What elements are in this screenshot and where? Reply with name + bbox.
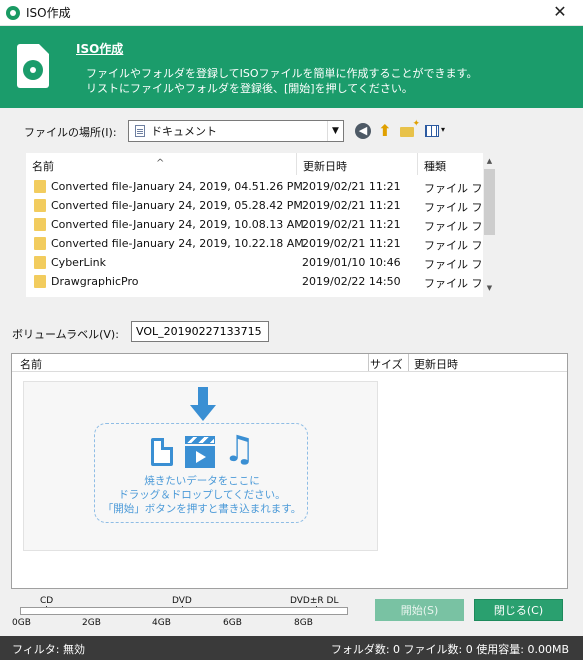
filter-status: フィルタ: 無効 [12,643,85,656]
media-label-cd: CD [40,596,54,606]
file-list[interactable]: ^ 名前 更新日時 種類 Converted file-January 24, … [26,153,496,297]
media-icons: ♫ [151,432,255,470]
volume-label-input[interactable] [131,321,269,342]
document-icon [151,438,173,466]
location-label: ファイルの場所(I): [24,126,117,139]
drop-hint-line: 「開始」ボタンを押すと書き込まれます。 [102,503,302,515]
header-title: ISO作成 [76,42,124,56]
folder-icon [34,275,46,288]
header-desc-line: リストにファイルやフォルダを登録後、[開始]を押してください。 [86,82,413,95]
column-header-name[interactable]: 名前 [32,158,54,174]
disc-file-icon [17,44,49,88]
file-type: ファイル フォルダー [424,201,483,214]
back-button[interactable]: ◀ [353,121,373,141]
list-item[interactable]: DrawgraphicPro 2019/02/22 14:50 ファイル フォル… [26,272,483,291]
file-type: ファイル フォルダー [424,182,483,195]
file-date: 2019/02/21 11:21 [302,180,401,193]
location-value: ドキュメント [151,125,217,138]
file-list-scrollbar[interactable]: ▲ ▼ [483,153,496,297]
list-item[interactable]: Converted file-January 24, 2019, 10.22.1… [26,234,483,253]
file-date: 2019/02/21 11:21 [302,237,401,250]
column-header-name[interactable]: 名前 [20,356,42,372]
chevron-down-icon: ▾ [441,125,446,134]
title-bar: ISO作成 ✕ [0,0,583,26]
file-name: DrawgraphicPro [51,275,139,288]
close-window-button[interactable]: ✕ [537,0,583,26]
volume-label: ボリュームラベル(V): [12,328,119,341]
window-title: ISO作成 [26,6,71,20]
drop-zone[interactable]: ♫ 焼きたいデータをここに ドラッグ＆ドロップしてください。 「開始」ボタンを押… [94,423,308,523]
file-type: ファイル フォルダー [424,258,483,271]
drop-hint: 焼きたいデータをここに ドラッグ＆ドロップしてください。 「開始」ボタンを押すと… [95,474,309,516]
file-list-header: ^ 名前 更新日時 種類 [26,153,483,175]
scale-label: 0GB [12,618,31,628]
count-status: フォルダ数: 0 ファイル数: 0 使用容量: 0.00MB [330,643,569,656]
music-icon: ♫ [223,429,256,470]
burn-list-header: 名前 サイズ 更新日時 [12,354,567,372]
header-banner: ISO作成 ファイルやフォルダを登録してISOファイルを簡単に作成することができ… [0,26,583,108]
scale-label: 8GB [294,618,313,628]
status-bar: フィルタ: 無効 フォルダ数: 0 ファイル数: 0 使用容量: 0.00MB [0,636,583,660]
drop-hint-line: ドラッグ＆ドロップしてください。 [118,489,286,501]
start-button[interactable]: 開始(S) [375,599,464,621]
file-name: Converted file-January 24, 2019, 05.28.4… [51,199,303,212]
scale-label: 4GB [152,618,171,628]
chevron-down-icon[interactable]: ▼ [327,121,343,141]
back-arrow-icon: ◀ [355,123,371,139]
app-icon [6,5,20,20]
new-folder-button[interactable] [398,119,420,141]
file-date: 2019/01/10 10:46 [302,256,401,269]
list-item[interactable]: Converted file-January 24, 2019, 05.28.4… [26,196,483,215]
file-name: CyberLink [51,256,106,269]
file-type: ファイル フォルダー [424,220,483,233]
folder-icon [34,199,46,212]
burn-list[interactable]: 名前 サイズ 更新日時 ♫ 焼きたいデータをここに ドラッグ＆ドロップしてくださ… [11,353,568,589]
drop-panel[interactable]: ♫ 焼きたいデータをここに ドラッグ＆ドロップしてください。 「開始」ボタンを押… [23,381,378,551]
location-select[interactable]: ドキュメント ▼ [128,120,344,142]
view-menu-button[interactable]: ▾ [424,121,448,141]
close-button[interactable]: 閉じる(C) [474,599,563,621]
document-icon [135,125,145,137]
folder-icon [34,218,46,231]
folder-icon [34,256,46,269]
header-description: ファイルやフォルダを登録してISOファイルを簡単に作成することができます。 リス… [86,66,477,96]
list-item[interactable]: CyberLink 2019/01/10 10:46 ファイル フォルダー [26,253,483,272]
scroll-down-arrow-icon[interactable]: ▼ [483,282,496,295]
capacity-gauge: CD DVD DVD±R DL 0GB 2GB 4GB 6GB 8GB [12,596,352,630]
view-grid-icon [425,125,439,137]
media-label-dvd: DVD [172,596,192,606]
scrollbar-thumb[interactable] [484,169,495,235]
file-date: 2019/02/22 14:50 [302,275,401,288]
column-header-date[interactable]: 更新日時 [303,158,347,174]
file-type: ファイル フォルダー [424,277,483,290]
header-desc-line: ファイルやフォルダを登録してISOファイルを簡単に作成することができます。 [86,67,478,80]
column-header-type[interactable]: 種類 [424,158,446,174]
column-header-size[interactable]: サイズ [370,356,403,372]
file-name: Converted file-January 24, 2019, 10.08.1… [51,218,304,231]
folder-icon [34,237,46,250]
up-folder-button[interactable]: ⬆ [375,121,395,141]
new-folder-icon [400,119,420,137]
column-header-date[interactable]: 更新日時 [414,356,458,372]
drop-arrow-icon [190,387,216,423]
media-label-dvd-dl: DVD±R DL [290,596,339,606]
file-type: ファイル フォルダー [424,239,483,252]
folder-icon [34,180,46,193]
capacity-bar [20,607,348,615]
scale-label: 6GB [223,618,242,628]
drop-hint-line: 焼きたいデータをここに [144,475,260,487]
scroll-up-arrow-icon[interactable]: ▲ [483,155,496,168]
file-date: 2019/02/21 11:21 [302,218,401,231]
sort-ascending-icon: ^ [156,158,165,169]
scale-label: 2GB [82,618,101,628]
list-item[interactable]: Converted file-January 24, 2019, 10.08.1… [26,215,483,234]
file-date: 2019/02/21 11:21 [302,199,401,212]
list-item[interactable]: Converted file-January 24, 2019, 04.51.2… [26,177,483,196]
file-name: Converted file-January 24, 2019, 04.51.2… [51,180,303,193]
file-name: Converted file-January 24, 2019, 10.22.1… [51,237,304,250]
video-icon [185,436,215,468]
